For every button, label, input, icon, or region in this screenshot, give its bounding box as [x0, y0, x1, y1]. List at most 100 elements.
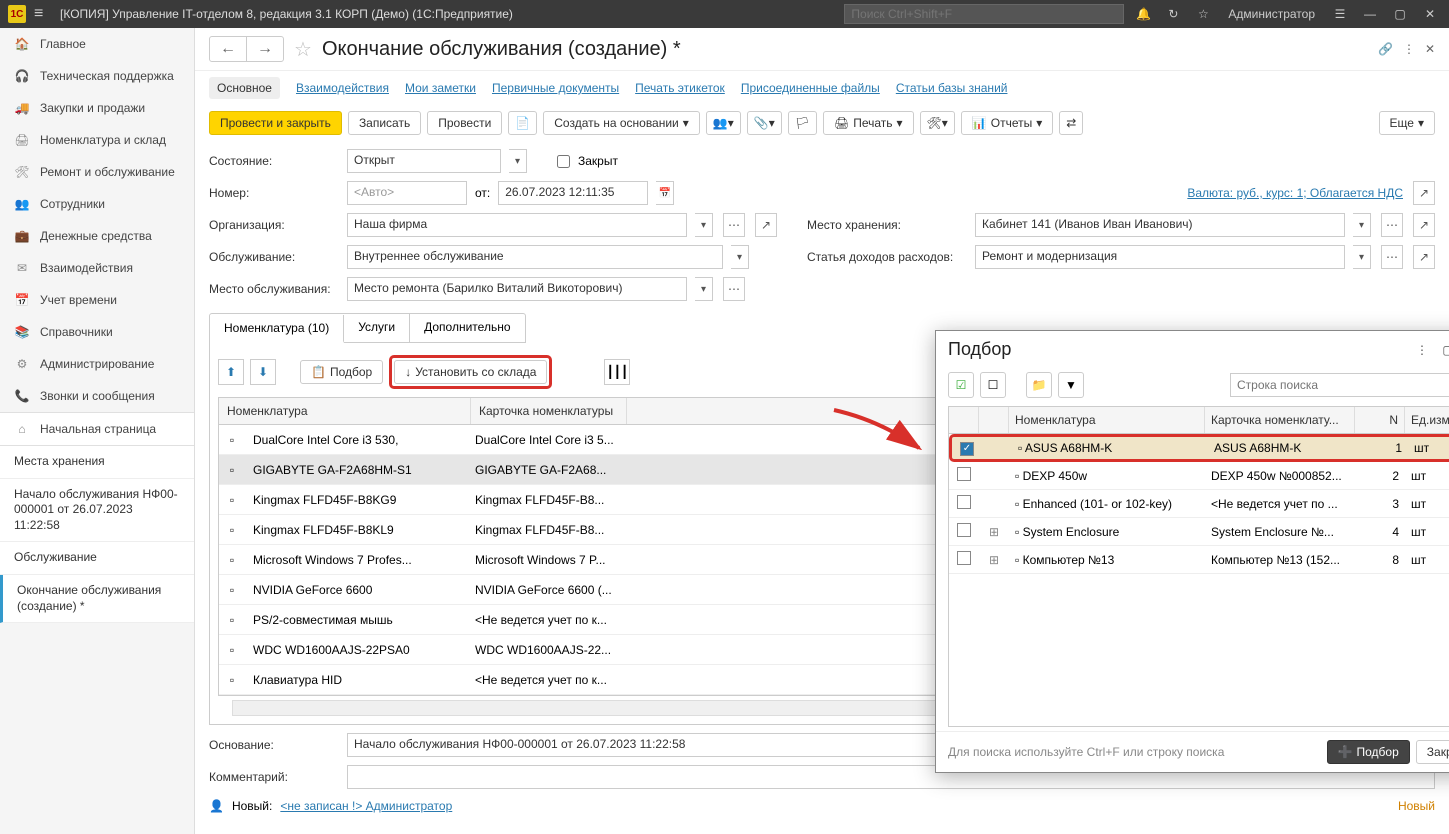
nav-admin[interactable]: ⚙Администрирование [0, 348, 194, 380]
row-checkbox[interactable] [960, 442, 974, 456]
col-nomenclature[interactable]: Номенклатура [219, 398, 471, 424]
tab-labels[interactable]: Печать этикеток [635, 81, 725, 95]
post-close-button[interactable]: Провести и закрыть [209, 111, 342, 135]
close-icon[interactable]: ✕ [1419, 3, 1441, 25]
options-icon[interactable]: ☰ [1329, 3, 1351, 25]
serv-dd[interactable]: ▾ [731, 245, 749, 269]
tab-interact[interactable]: Взаимодействия [296, 81, 389, 95]
nav-calls[interactable]: 📞Звонки и сообщения [0, 380, 194, 412]
author-link[interactable]: <не записан !> Администратор [280, 799, 452, 813]
deselect-all-button[interactable]: ☐ [980, 372, 1006, 398]
loc-field[interactable]: Место ремонта (Барилко Виталий Викоторов… [347, 277, 687, 301]
install-stock-button[interactable]: ↓ Установить со склада [394, 360, 547, 384]
filter-button[interactable]: ▼ [1058, 372, 1084, 398]
pcol-card[interactable]: Карточка номенклату... [1205, 407, 1355, 433]
nav-time[interactable]: 📅Учет времени [0, 284, 194, 316]
flag-button[interactable]: 🏳 [788, 111, 817, 135]
user-label[interactable]: Администратор [1222, 7, 1321, 21]
closed-checkbox[interactable] [557, 155, 570, 168]
expand-icon[interactable]: ⊞ [979, 522, 1009, 542]
star-icon[interactable]: ☆ [1192, 3, 1214, 25]
store-open[interactable]: ↗ [1413, 213, 1435, 237]
pick-button[interactable]: 📋 Подбор [300, 360, 383, 384]
store-dots[interactable]: ⋯ [1381, 213, 1403, 237]
popup-row[interactable]: ▫ ASUS A68HM-KASUS A68HM-K1шт [949, 434, 1449, 462]
col-card[interactable]: Карточка номенклатуры [471, 398, 627, 424]
nav-support[interactable]: 🎧Техническая поддержка [0, 60, 194, 92]
art-dots[interactable]: ⋯ [1381, 245, 1403, 269]
minimize-icon[interactable]: — [1359, 3, 1381, 25]
move-down-button[interactable]: ⬇ [250, 359, 276, 385]
pcol-n[interactable]: N [1355, 407, 1405, 433]
tab-notes[interactable]: Мои заметки [405, 81, 476, 95]
folder-button[interactable]: 📁 [1026, 372, 1052, 398]
state-dd[interactable]: ▾ [509, 149, 527, 173]
popup-pick-button[interactable]: ➕ Подбор [1327, 740, 1410, 764]
loc-dd[interactable]: ▾ [695, 277, 713, 301]
org-open[interactable]: ↗ [755, 213, 777, 237]
art-field[interactable]: Ремонт и модернизация [975, 245, 1345, 269]
pcol-unit[interactable]: Ед.изм. [1405, 407, 1449, 433]
link-icon[interactable]: 🔗 [1378, 42, 1393, 56]
row-checkbox[interactable] [957, 551, 971, 565]
subtab-services[interactable]: Услуги [344, 314, 410, 342]
sub-service-start[interactable]: Начало обслуживания НФ00-000001 от 26.07… [0, 479, 194, 543]
popup-max-icon[interactable]: ▢ [1438, 343, 1449, 357]
reports-button[interactable]: 📊 Отчеты ▾ [961, 111, 1053, 135]
menu-icon[interactable]: ≡ [34, 5, 52, 23]
art-dd[interactable]: ▾ [1353, 245, 1371, 269]
popup-menu-icon[interactable]: ⋮ [1412, 343, 1432, 357]
org-dots[interactable]: ⋯ [723, 213, 745, 237]
expand-icon[interactable]: ⊞ [979, 550, 1009, 570]
favorite-icon[interactable]: ☆ [294, 37, 312, 62]
forward-icon[interactable]: → [247, 37, 283, 61]
popup-row[interactable]: ⊞▫ Компьютер №13Компьютер №13 (152...8шт [949, 546, 1449, 574]
popup-row[interactable]: ⊞▫ System EnclosureSystem Enclosure №...… [949, 518, 1449, 546]
org-field[interactable]: Наша фирма [347, 213, 687, 237]
more-button[interactable]: Еще ▾ [1379, 111, 1435, 135]
tab-kb[interactable]: Статьи базы знаний [896, 81, 1008, 95]
art-open[interactable]: ↗ [1413, 245, 1435, 269]
nav-ref[interactable]: 📚Справочники [0, 316, 194, 348]
back-icon[interactable]: ← [210, 37, 247, 61]
tab-primary[interactable]: Первичные документы [492, 81, 619, 95]
curr-open[interactable]: ↗ [1413, 181, 1435, 205]
nav-sales[interactable]: 🚚Закупки и продажи [0, 92, 194, 124]
nav-interact[interactable]: ✉Взаимодействия [0, 252, 194, 284]
pcol-nom[interactable]: Номенклатура [1009, 407, 1205, 433]
post-button[interactable]: Провести [427, 111, 502, 135]
transfer-button[interactable]: ⇄ [1059, 111, 1083, 135]
history-icon[interactable]: ↻ [1162, 3, 1184, 25]
nav-money[interactable]: 💼Денежные средства [0, 220, 194, 252]
org-dd[interactable]: ▾ [695, 213, 713, 237]
calendar-icon[interactable]: 📅 [656, 181, 674, 205]
subtab-extra[interactable]: Дополнительно [410, 314, 524, 342]
subtab-nomenclature[interactable]: Номенклатура (10) [210, 315, 344, 343]
print-button[interactable]: 🖨 Печать ▾ [823, 111, 914, 135]
popup-row[interactable]: ▫ Enhanced (101- or 102-key)<Не ведется … [949, 490, 1449, 518]
date-field[interactable]: 26.07.2023 12:11:35 [498, 181, 648, 205]
store-dd[interactable]: ▾ [1353, 213, 1371, 237]
close-doc-icon[interactable]: ✕ [1425, 42, 1435, 56]
popup-search[interactable] [1231, 374, 1449, 396]
sub-service-end[interactable]: Окончание обслуживания (создание) * [0, 575, 194, 623]
doc-icon-button[interactable]: 📄 [508, 111, 537, 135]
barcode-button[interactable]: ┃┃┃ [604, 359, 630, 385]
state-field[interactable]: Открыт [347, 149, 501, 173]
global-search[interactable] [844, 4, 1124, 24]
bell-icon[interactable]: 🔔 [1132, 3, 1154, 25]
create-based-button[interactable]: Создать на основании ▾ [543, 111, 700, 135]
nav-stock[interactable]: 🖨Номенклатура и склад [0, 124, 194, 156]
currency-link[interactable]: Валюта: руб., курс: 1; Облагается НДС [1187, 186, 1403, 200]
tab-files[interactable]: Присоединенные файлы [741, 81, 880, 95]
maximize-icon[interactable]: ▢ [1389, 3, 1411, 25]
tool-button[interactable]: 🛠▾ [920, 111, 955, 135]
row-checkbox[interactable] [957, 495, 971, 509]
nav-repair[interactable]: 🛠Ремонт и обслуживание [0, 156, 194, 188]
sub-service[interactable]: Обслуживание [0, 542, 194, 575]
loc-dots[interactable]: ⋯ [723, 277, 745, 301]
attach-button[interactable]: 📎▾ [747, 111, 782, 135]
num-field[interactable]: <Авто> [347, 181, 467, 205]
row-checkbox[interactable] [957, 467, 971, 481]
popup-close-button[interactable]: Закрыть [1416, 740, 1449, 764]
